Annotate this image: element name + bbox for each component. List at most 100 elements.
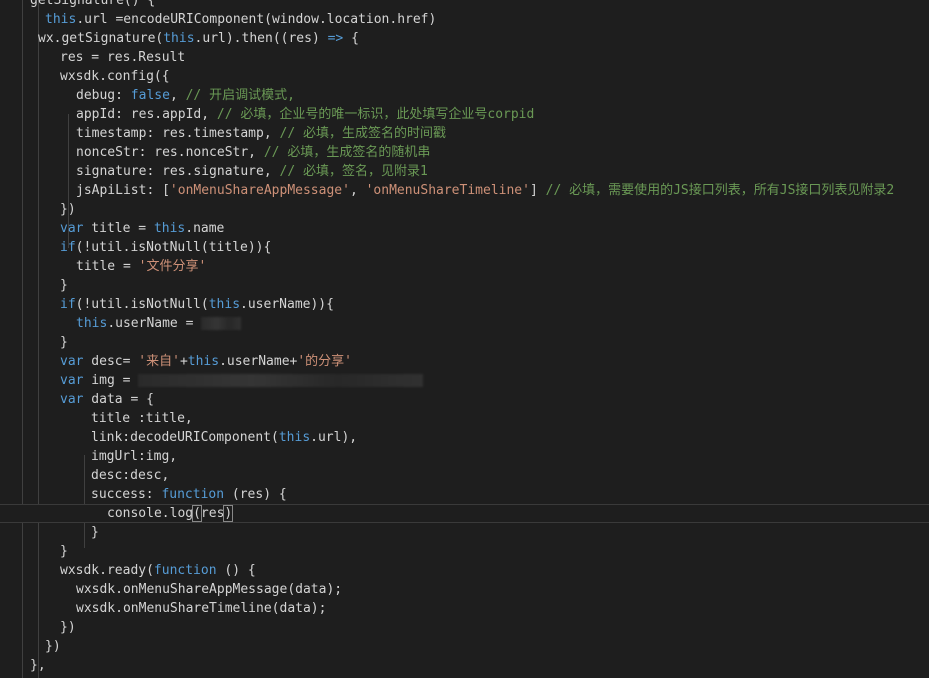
code-line[interactable]: }) [0,200,929,219]
code-token: false [130,88,170,103]
code-token: this [187,354,220,369]
code-token: debug: [76,88,131,103]
code-token: console.log [107,506,194,521]
code-line[interactable]: getSignature() { [0,0,929,10]
code-token: } [60,544,68,559]
code-line[interactable]: } [0,333,929,352]
code-line[interactable]: } [0,276,929,295]
code-token: // 必填，生成签名的时间戳 [279,126,446,141]
code-token: }) [60,620,76,635]
code-line[interactable]: wxsdk.ready(function () { [0,561,929,580]
code-line[interactable]: debug: false, // 开启调试模式, [0,86,929,105]
code-token: img = [83,373,139,388]
code-token: desc= [83,354,139,369]
code-token: wxsdk.ready( [60,563,154,578]
code-token: title :title, [91,411,193,426]
code-line[interactable]: title :title, [0,409,929,428]
code-token: title = [76,259,139,274]
code-token: .userName)){ [240,297,334,312]
code-token: () { [216,563,256,578]
code-token: , [169,88,186,103]
code-token: // 必填，生成签名的随机串 [263,145,431,160]
code-token: .url), [310,430,358,445]
code-token: // 必填，签名，见附录1 [279,164,428,179]
code-line[interactable]: wx.getSignature(this.url).then((res) => … [0,29,929,48]
redacted-value [201,317,242,330]
code-line[interactable]: var img = [0,371,929,390]
code-line[interactable]: this.userName = [0,314,929,333]
code-token: ( [192,505,202,522]
code-line[interactable]: console.log(res) [0,504,929,523]
code-token: }, [30,658,46,673]
code-token: res = res.Result [60,50,186,65]
code-line[interactable]: this.url =encodeURIComponent(window.loca… [0,10,929,29]
code-token: } [91,525,99,540]
code-line[interactable]: var data = { [0,390,929,409]
code-token: res [200,506,225,521]
code-line[interactable]: if(!util.isNotNull(title)){ [0,238,929,257]
code-token: success: [91,487,162,502]
code-token: => [327,31,344,46]
code-line[interactable]: nonceStr: res.nonceStr, // 必填，生成签名的随机串 [0,143,929,162]
code-token: function [153,563,217,578]
code-token: if [60,240,76,255]
code-line[interactable]: }) [0,637,929,656]
code-line[interactable]: timestamp: res.timestamp, // 必填，生成签名的时间戳 [0,124,929,143]
code-token: + [179,354,188,369]
code-token: wxsdk.onMenuShareTimeline(data); [76,601,327,616]
code-line[interactable]: }, [0,656,929,675]
code-token: signature: res.signature, [76,164,280,179]
code-token: appId: res.appId, [76,107,217,122]
code-line[interactable]: wxsdk.onMenuShareTimeline(data); [0,599,929,618]
code-token: .userName+ [219,354,298,369]
code-line[interactable]: desc:desc, [0,466,929,485]
code-editor[interactable]: getSignature() {this.url =encodeURICompo… [0,0,929,678]
code-line[interactable]: link:decodeURIComponent(this.url), [0,428,929,447]
code-token: .url =encodeURIComponent(window.location… [76,12,437,27]
code-line[interactable]: wxsdk.onMenuShareAppMessage(data); [0,580,929,599]
code-token: wxsdk.config({ [60,69,170,84]
code-token: if [60,297,76,312]
code-line[interactable]: signature: res.signature, // 必填，签名，见附录1 [0,162,929,181]
code-token: } [60,335,68,350]
code-token: // 开启调试模式, [185,88,295,103]
code-line[interactable]: imgUrl:img, [0,447,929,466]
code-token: ] [529,183,546,198]
code-token: '的分享' [297,354,353,369]
code-token: }) [45,639,61,654]
code-token: // 必填，需要使用的JS接口列表，所有JS接口列表见附录2 [545,183,895,198]
code-token: (!util.isNotNull(title)){ [75,240,272,255]
code-token: .userName = [107,316,202,331]
code-token: ) [223,505,234,522]
code-token: { [343,31,359,46]
code-line[interactable]: success: function (res) { [0,485,929,504]
code-token: jsApiList: [ [76,183,170,198]
code-token: data = { [83,392,154,407]
code-token: 'onMenuShareTimeline' [365,183,530,198]
code-token: (res) { [224,487,287,502]
code-token: timestamp: res.timestamp, [76,126,280,141]
code-token: title = [83,221,154,236]
code-line[interactable]: var title = this.name [0,219,929,238]
code-line[interactable]: appId: res.appId, // 必填，企业号的唯一标识，此处填写企业号… [0,105,929,124]
code-token: function [161,487,225,502]
code-line[interactable]: jsApiList: ['onMenuShareAppMessage', 'on… [0,181,929,200]
code-line[interactable]: wxsdk.config({ [0,67,929,86]
code-token: }) [60,202,76,217]
code-token: , [349,183,366,198]
code-line[interactable]: var desc= '来自'+this.userName+'的分享' [0,352,929,371]
code-line[interactable]: if(!util.isNotNull(this.userName)){ [0,295,929,314]
code-token: var [60,373,84,388]
code-line[interactable]: } [0,542,929,561]
code-line[interactable]: }) [0,618,929,637]
code-line[interactable]: } [0,523,929,542]
code-token: var [60,354,84,369]
code-line[interactable]: res = res.Result [0,48,929,67]
code-token: this [278,430,311,445]
code-token: this [208,297,241,312]
code-token: 'onMenuShareAppMessage' [169,183,350,198]
code-token: .name [185,221,225,236]
code-token: getSignature() { [30,0,156,8]
code-line[interactable]: title = '文件分享' [0,257,929,276]
code-token: this [163,31,195,46]
